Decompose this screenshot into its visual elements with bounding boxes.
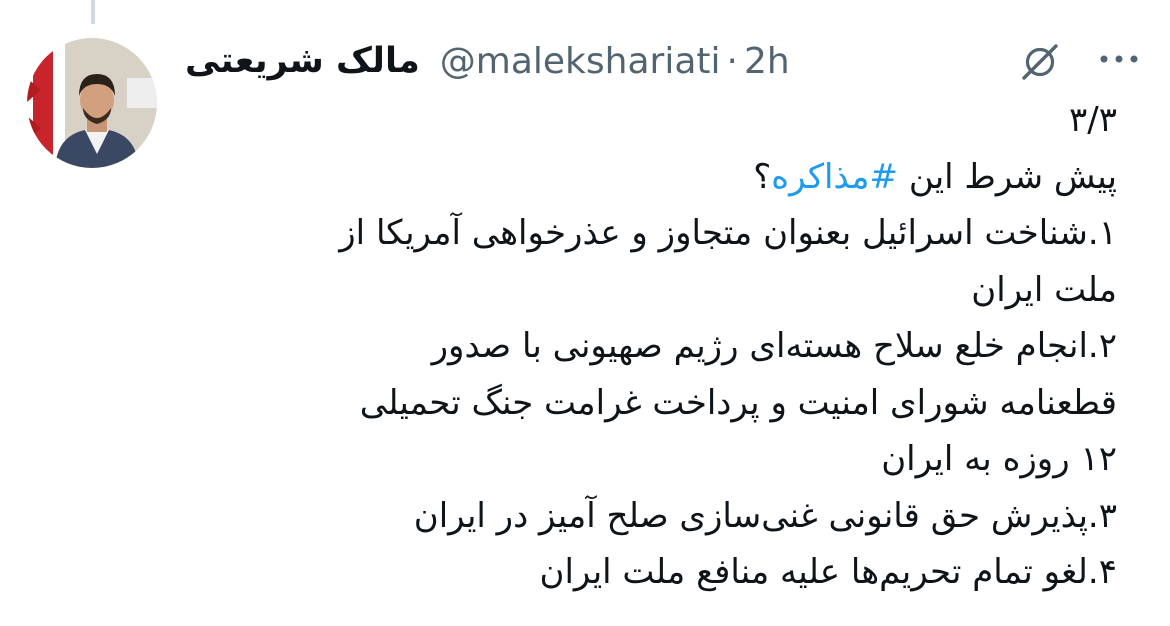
thread-counter: ۳/۳ xyxy=(1069,100,1117,140)
tweet-timestamp[interactable]: 2h xyxy=(744,41,790,82)
tweet-line: قطعنامه شورای امنیت و پرداخت غرامت جنگ ت… xyxy=(359,382,1117,423)
tweet-line: ۳.پذیرش حق قانونی غنی‌سازی صلح آمیز در ا… xyxy=(413,495,1117,536)
tweet-line: ۱.شناخت اسرائیل بعنوان متجاوز و عذرخواهی… xyxy=(339,213,1117,253)
tweet-text: ۳/۳ پیش شرط این #مذاکره؟ ۱.شناخت اسرائیل… xyxy=(185,92,1117,601)
grok-slash-icon[interactable] xyxy=(1018,40,1062,84)
tweet-intro-line: پیش شرط این #مذاکره؟ xyxy=(185,149,1117,206)
tweet-header: مالک شریعتی @malekshariati · 2h xyxy=(185,36,790,86)
intro-text: پیش شرط این xyxy=(898,156,1117,197)
question-mark: ؟ xyxy=(753,156,772,197)
avatar-photo xyxy=(27,38,157,168)
more-horizontal-icon[interactable] xyxy=(1098,52,1140,66)
author-display-name[interactable]: مالک شریعتی xyxy=(185,41,420,81)
tweet-line: ملت ایران xyxy=(971,269,1117,310)
hashtag-link[interactable]: #مذاکره xyxy=(771,157,898,197)
tweet-line: ۲.انجام خلع سلاح هسته‌ای رژیم صهیونی با … xyxy=(431,326,1117,366)
tweet-line: ۱۲ روزه به ایران xyxy=(881,439,1117,479)
separator-dot: · xyxy=(726,40,738,82)
thread-connector-line xyxy=(91,0,95,24)
tweet-card[interactable]: مالک شریعتی @malekshariati · 2h ۳/۳ پیش … xyxy=(0,0,1170,626)
author-handle[interactable]: @malekshariati xyxy=(440,41,721,82)
avatar[interactable] xyxy=(27,38,157,168)
tweet-line: ۴.لغو تمام تحریم‌ها علیه منافع ملت ایران xyxy=(539,552,1117,592)
